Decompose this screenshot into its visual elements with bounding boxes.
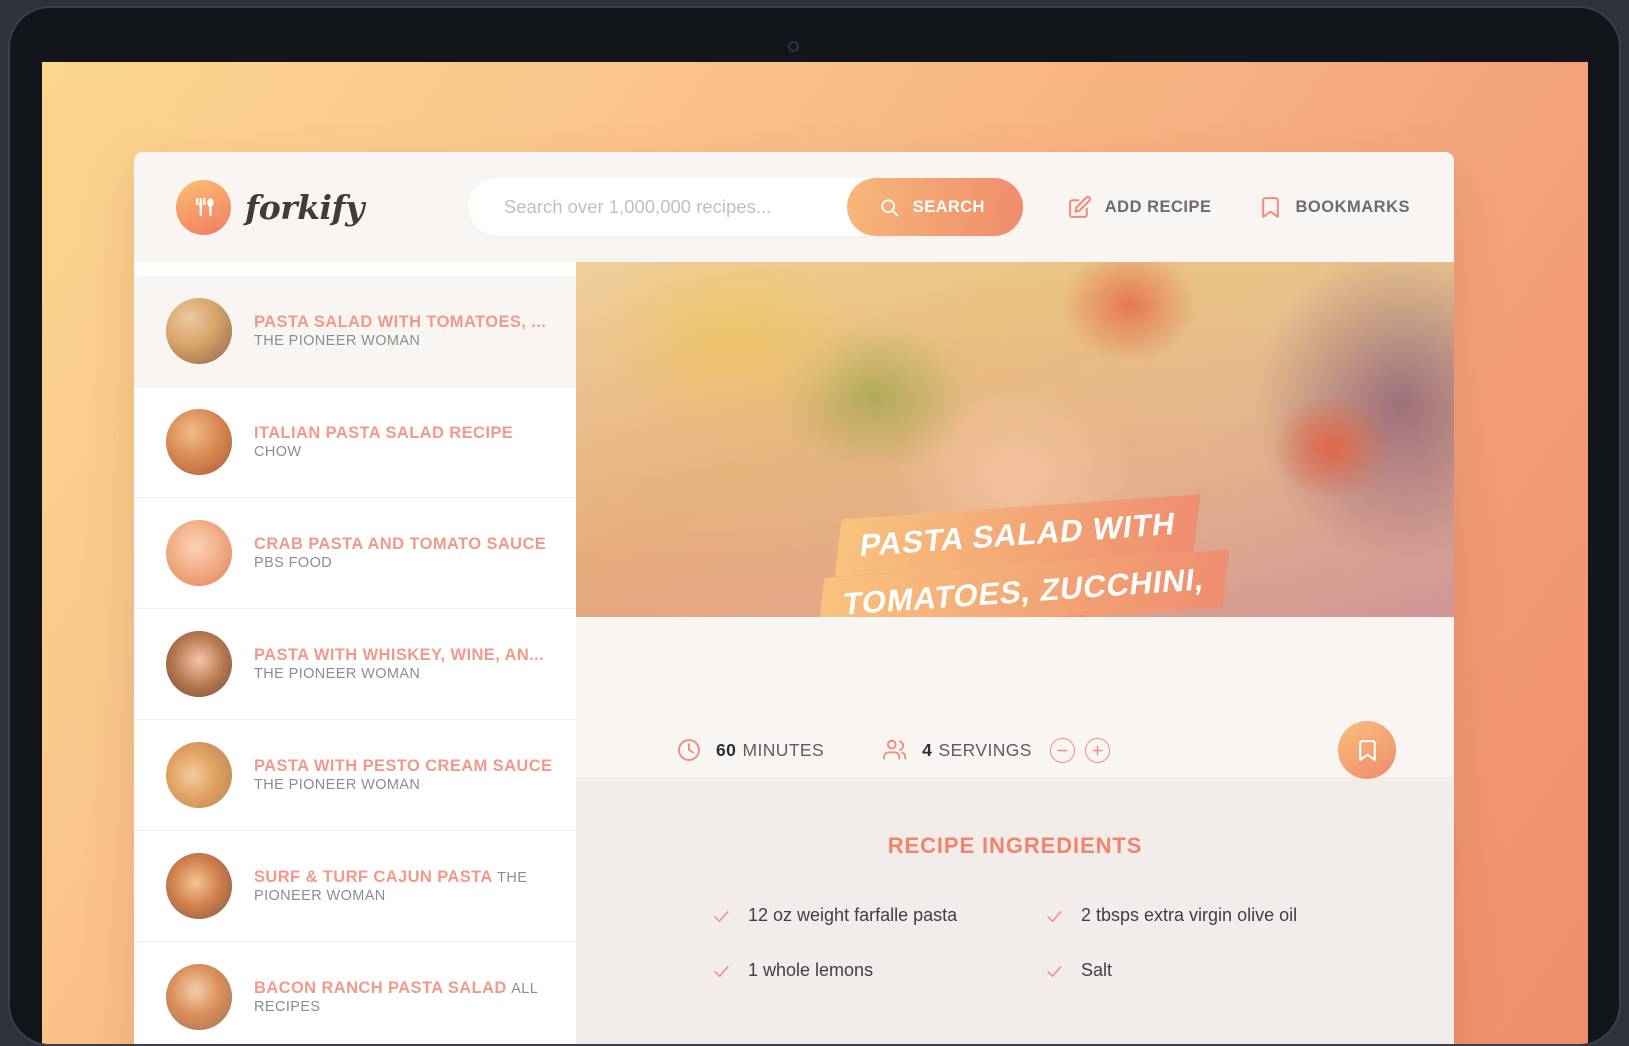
cooking-time-unit: MINUTES [742, 739, 825, 760]
search-form[interactable]: SEARCH [467, 178, 1023, 236]
fork-spoon-icon [176, 179, 231, 235]
minus-circle-icon [1056, 744, 1069, 757]
ingredient-item: 12 oz weight farfalle pasta [712, 905, 1025, 926]
list-item-publisher: THE PIONEER WOMAN [254, 776, 421, 793]
servings: 4 SERVINGS [882, 737, 1110, 763]
servings-value: 4 [922, 739, 933, 760]
cooking-time-value: 60 [716, 739, 737, 760]
increase-servings-button[interactable] [1084, 737, 1110, 763]
clock-icon [676, 737, 702, 763]
results-list: PASTA SALAD WITH TOMATOES, ... THE PIONE… [134, 276, 576, 1044]
list-item-title: PASTA WITH PESTO CREAM SAUCE [254, 756, 553, 775]
edit-square-icon [1067, 195, 1092, 220]
search-results-sidebar: PASTA SALAD WITH TOMATOES, ... THE PIONE… [134, 262, 576, 1044]
recipe-hero-figure: PASTA SALAD WITH TOMATOES, ZUCCHINI, AND… [576, 262, 1454, 617]
ingredient-text: 12 oz weight farfalle pasta [748, 905, 958, 925]
forkify-app: forkify SEARCH [134, 152, 1454, 1044]
ingredient-item: 2 tbsps extra virgin olive oil [1045, 905, 1358, 926]
check-icon [1045, 962, 1065, 981]
recipe-thumbnail [166, 298, 232, 364]
list-item[interactable]: ITALIAN PASTA SALAD RECIPE CHOW [134, 387, 576, 498]
cooking-time: 60 MINUTES [676, 737, 824, 763]
recipe-details-bar: 60 MINUTES 4 SERVINGS [576, 617, 1454, 779]
users-icon [882, 737, 908, 763]
check-icon [1045, 907, 1065, 926]
list-item-publisher: PBS FOOD [254, 554, 333, 571]
list-item[interactable]: PASTA WITH WHISKEY, WINE, AN... THE PION… [134, 609, 576, 720]
bookmarks-label: BOOKMARKS [1295, 197, 1410, 216]
search-button-label: SEARCH [912, 197, 985, 216]
header-nav: ADD RECIPE BOOKMARKS [1067, 195, 1410, 220]
recipe-thumbnail [166, 520, 232, 586]
list-item-title: PASTA WITH WHISKEY, WINE, AN... [254, 645, 545, 664]
add-recipe-button[interactable]: ADD RECIPE [1067, 195, 1212, 220]
ingredient-item: 1 whole lemons [712, 960, 1025, 981]
app-body: PASTA SALAD WITH TOMATOES, ... THE PIONE… [134, 262, 1454, 1044]
recipe-thumbnail [166, 853, 232, 919]
list-item[interactable]: CRAB PASTA AND TOMATO SAUCE PBS FOOD [134, 498, 576, 609]
screen: forkify SEARCH [42, 62, 1588, 1044]
logo[interactable]: forkify [176, 179, 364, 235]
camera-icon [788, 41, 799, 52]
list-item-publisher: THE PIONEER WOMAN [254, 332, 421, 349]
list-item[interactable]: BACON RANCH PASTA SALAD ALL RECIPES [134, 942, 576, 1044]
ingredient-text: 2 tbsps extra virgin olive oil [1081, 905, 1298, 925]
list-item[interactable]: PASTA SALAD WITH TOMATOES, ... THE PIONE… [134, 276, 576, 387]
ingredient-text: Salt [1081, 960, 1113, 980]
list-item-title: PASTA SALAD WITH TOMATOES, ... [254, 312, 547, 331]
servings-unit: SERVINGS [938, 739, 1032, 760]
recipe-thumbnail [166, 631, 232, 697]
list-item-publisher: THE PIONEER WOMAN [254, 665, 421, 682]
ingredient-item: Salt [1045, 960, 1358, 981]
check-icon [712, 907, 732, 926]
recipe-thumbnail [166, 964, 232, 1030]
recipe-thumbnail [166, 742, 232, 808]
tablet-frame: forkify SEARCH [8, 6, 1621, 1046]
logo-text: forkify [245, 187, 364, 227]
list-item-title: BACON RANCH PASTA SALAD [254, 978, 507, 997]
list-item[interactable]: PASTA WITH PESTO CREAM SAUCE THE PIONEER… [134, 720, 576, 831]
plus-circle-icon [1091, 744, 1104, 757]
bookmark-recipe-button[interactable] [1338, 721, 1396, 779]
search-input[interactable] [503, 196, 847, 218]
list-item[interactable]: SURF & TURF CAJUN PASTA THE PIONEER WOMA… [134, 831, 576, 942]
decrease-servings-button[interactable] [1049, 737, 1075, 763]
list-item-title: SURF & TURF CAJUN PASTA [254, 867, 493, 886]
ingredients-section: RECIPE INGREDIENTS 12 oz weight farfalle… [576, 777, 1454, 1044]
ingredients-list: 12 oz weight farfalle pasta 2 tbsps extr… [672, 905, 1358, 981]
app-header: forkify SEARCH [134, 152, 1454, 262]
bookmarks-button[interactable]: BOOKMARKS [1258, 195, 1411, 220]
ingredient-text: 1 whole lemons [748, 960, 874, 980]
recipe-view: PASTA SALAD WITH TOMATOES, ZUCCHINI, AND… [576, 262, 1454, 1044]
add-recipe-label: ADD RECIPE [1104, 197, 1212, 216]
search-button[interactable]: SEARCH [846, 178, 1023, 236]
recipe-thumbnail [166, 409, 232, 475]
recipe-title: PASTA SALAD WITH TOMATOES, ZUCCHINI, AND… [576, 493, 1454, 617]
list-item-title: ITALIAN PASTA SALAD RECIPE [254, 423, 514, 442]
ingredients-heading: RECIPE INGREDIENTS [887, 833, 1143, 858]
bookmark-icon [1258, 195, 1283, 220]
bookmark-icon [1355, 738, 1380, 763]
list-item-publisher: CHOW [254, 443, 302, 460]
check-icon [712, 962, 732, 981]
list-item-title: CRAB PASTA AND TOMATO SAUCE [254, 534, 547, 553]
search-icon [879, 197, 900, 218]
